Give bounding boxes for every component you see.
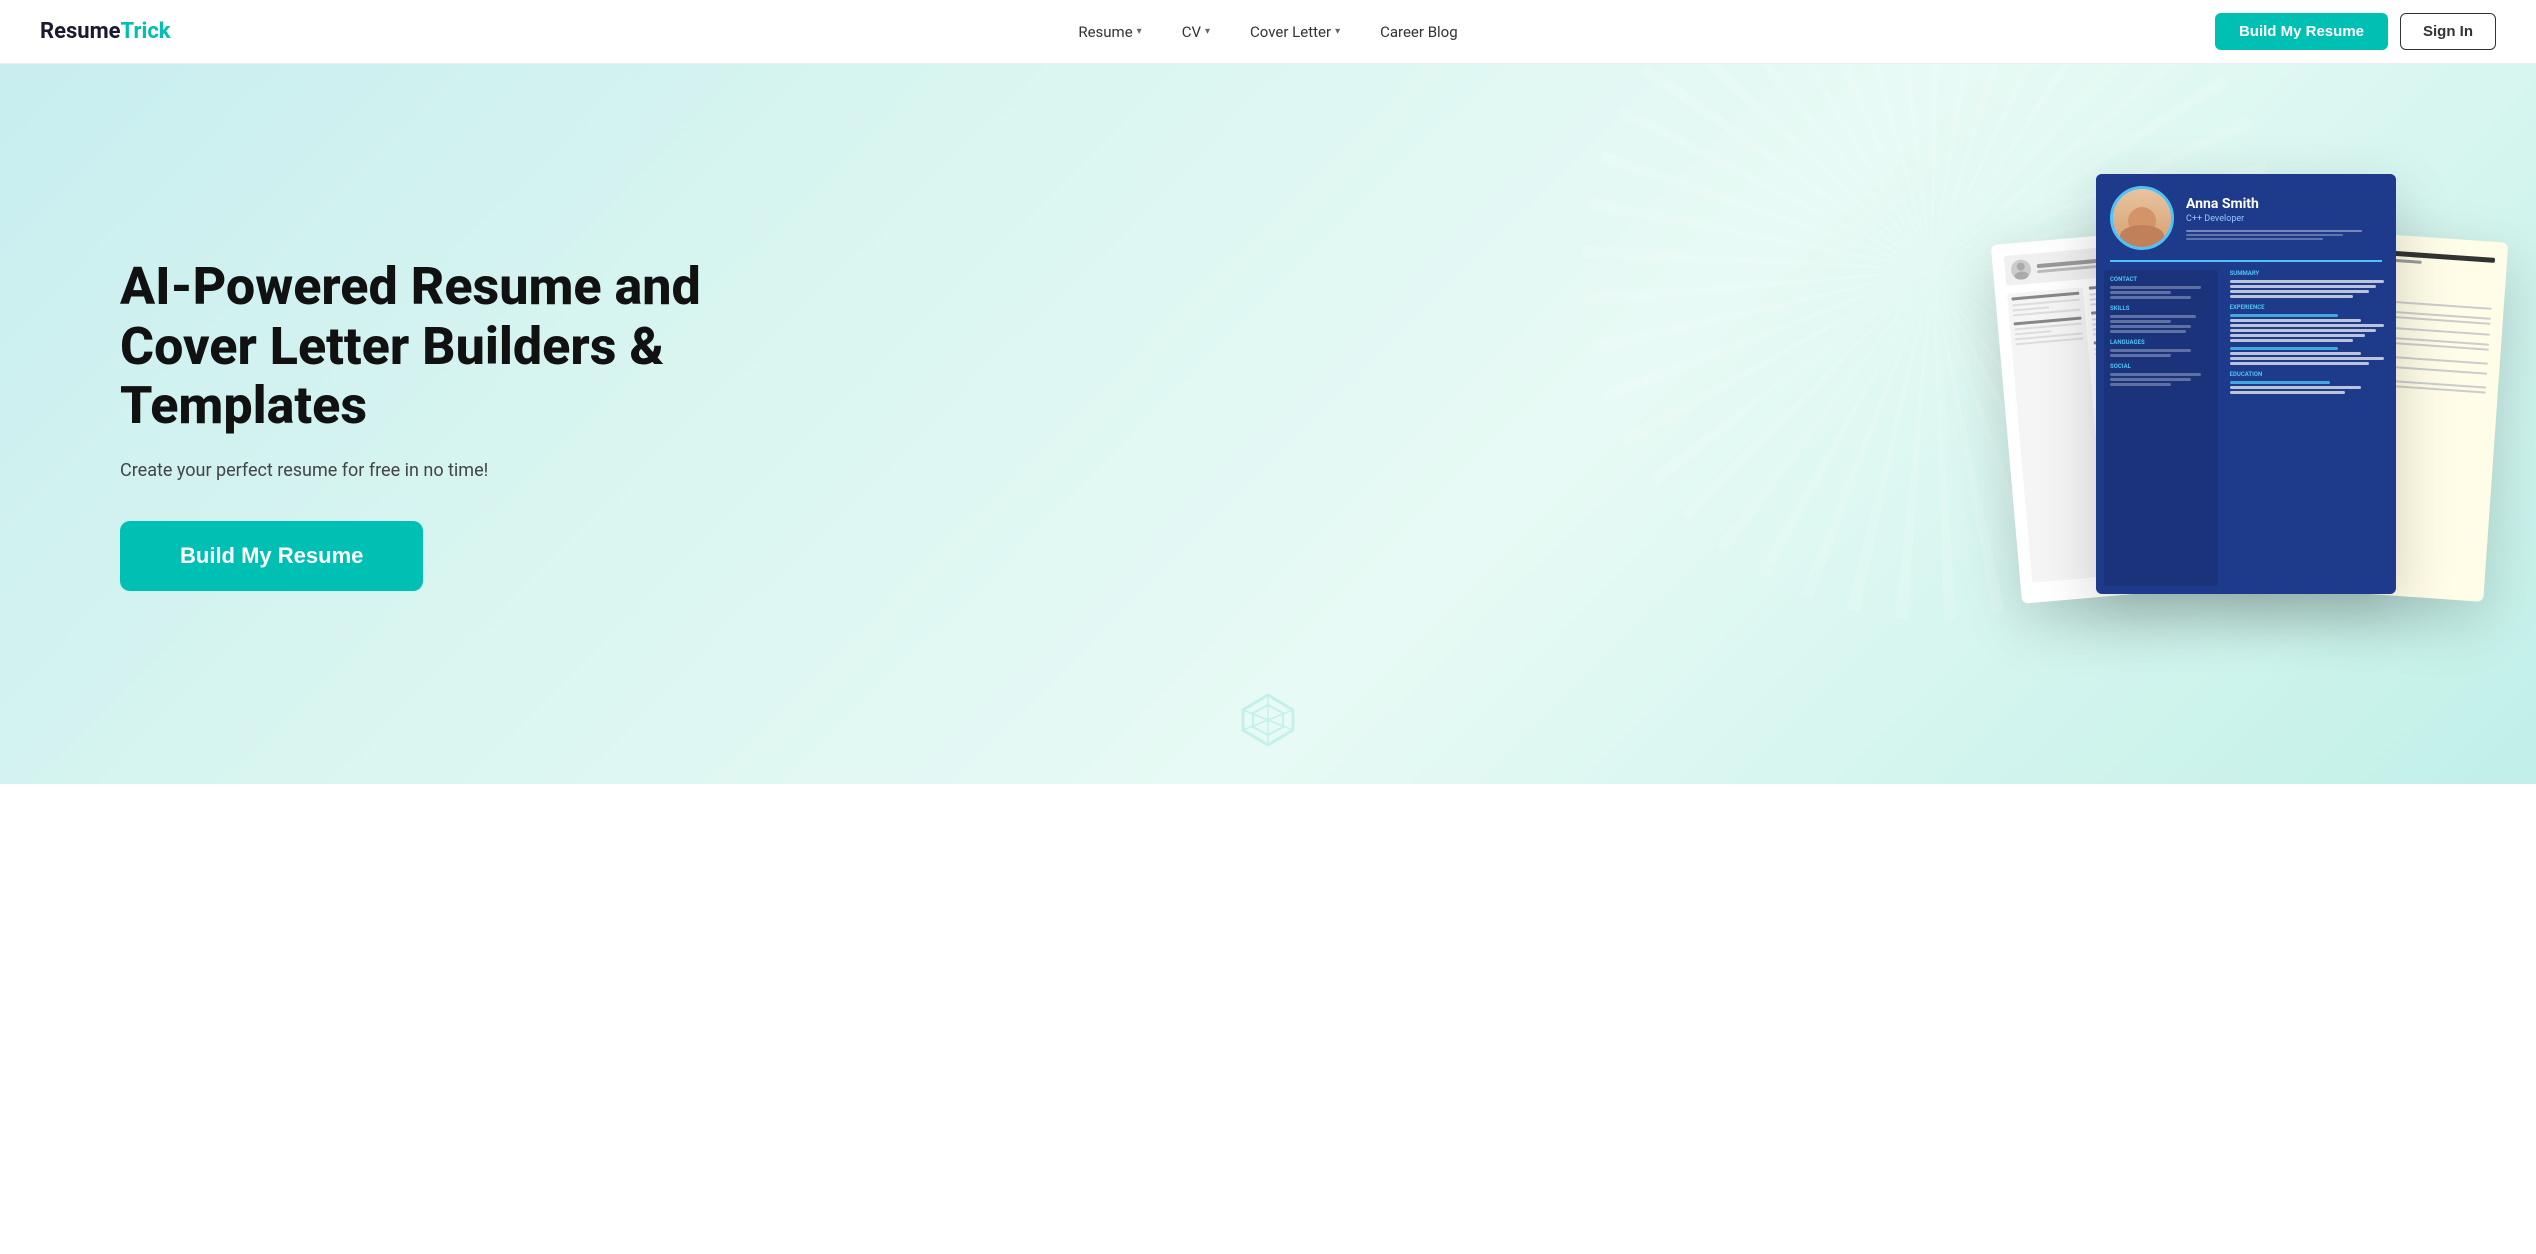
resume-mockups: Anna Smith C++ Developer Contact Skil xyxy=(2036,174,2456,674)
hero-build-resume-button[interactable]: Build My Resume xyxy=(120,521,423,591)
hero-section: AI-Powered Resume and Cover Letter Build… xyxy=(0,64,2536,784)
resume-avatar-placeholder xyxy=(2010,259,2032,281)
nav-item-resume[interactable]: Resume ▾ xyxy=(1062,15,1157,49)
resume-role: C++ Developer xyxy=(2186,214,2382,224)
avatar xyxy=(2110,186,2174,250)
site-logo[interactable]: ResumeTrick xyxy=(40,19,171,44)
resume-mockup-main: Anna Smith C++ Developer Contact Skil xyxy=(2096,174,2396,594)
bottom-watermark xyxy=(1238,690,1298,754)
hero-subtitle: Create your perfect resume for free in n… xyxy=(120,460,800,481)
resume-name: Anna Smith xyxy=(2186,196,2382,212)
sign-in-button[interactable]: Sign In xyxy=(2400,13,2496,50)
hero-content: AI-Powered Resume and Cover Letter Build… xyxy=(120,257,800,591)
build-resume-button[interactable]: Build My Resume xyxy=(2215,13,2388,50)
site-header: ResumeTrick Resume ▾ CV ▾ Cover Letter ▾… xyxy=(0,0,2536,64)
hero-title: AI-Powered Resume and Cover Letter Build… xyxy=(120,257,800,436)
nav-item-cover-letter[interactable]: Cover Letter ▾ xyxy=(1234,15,1356,49)
chevron-down-icon: ▾ xyxy=(1335,26,1340,37)
nav-item-career-blog[interactable]: Career Blog xyxy=(1364,15,1474,49)
chevron-down-icon: ▾ xyxy=(1205,26,1210,37)
main-nav: Resume ▾ CV ▾ Cover Letter ▾ Career Blog xyxy=(1062,15,1473,49)
chevron-down-icon: ▾ xyxy=(1137,26,1142,37)
nav-item-cv[interactable]: CV ▾ xyxy=(1166,15,1226,49)
header-actions: Build My Resume Sign In xyxy=(2215,13,2496,50)
